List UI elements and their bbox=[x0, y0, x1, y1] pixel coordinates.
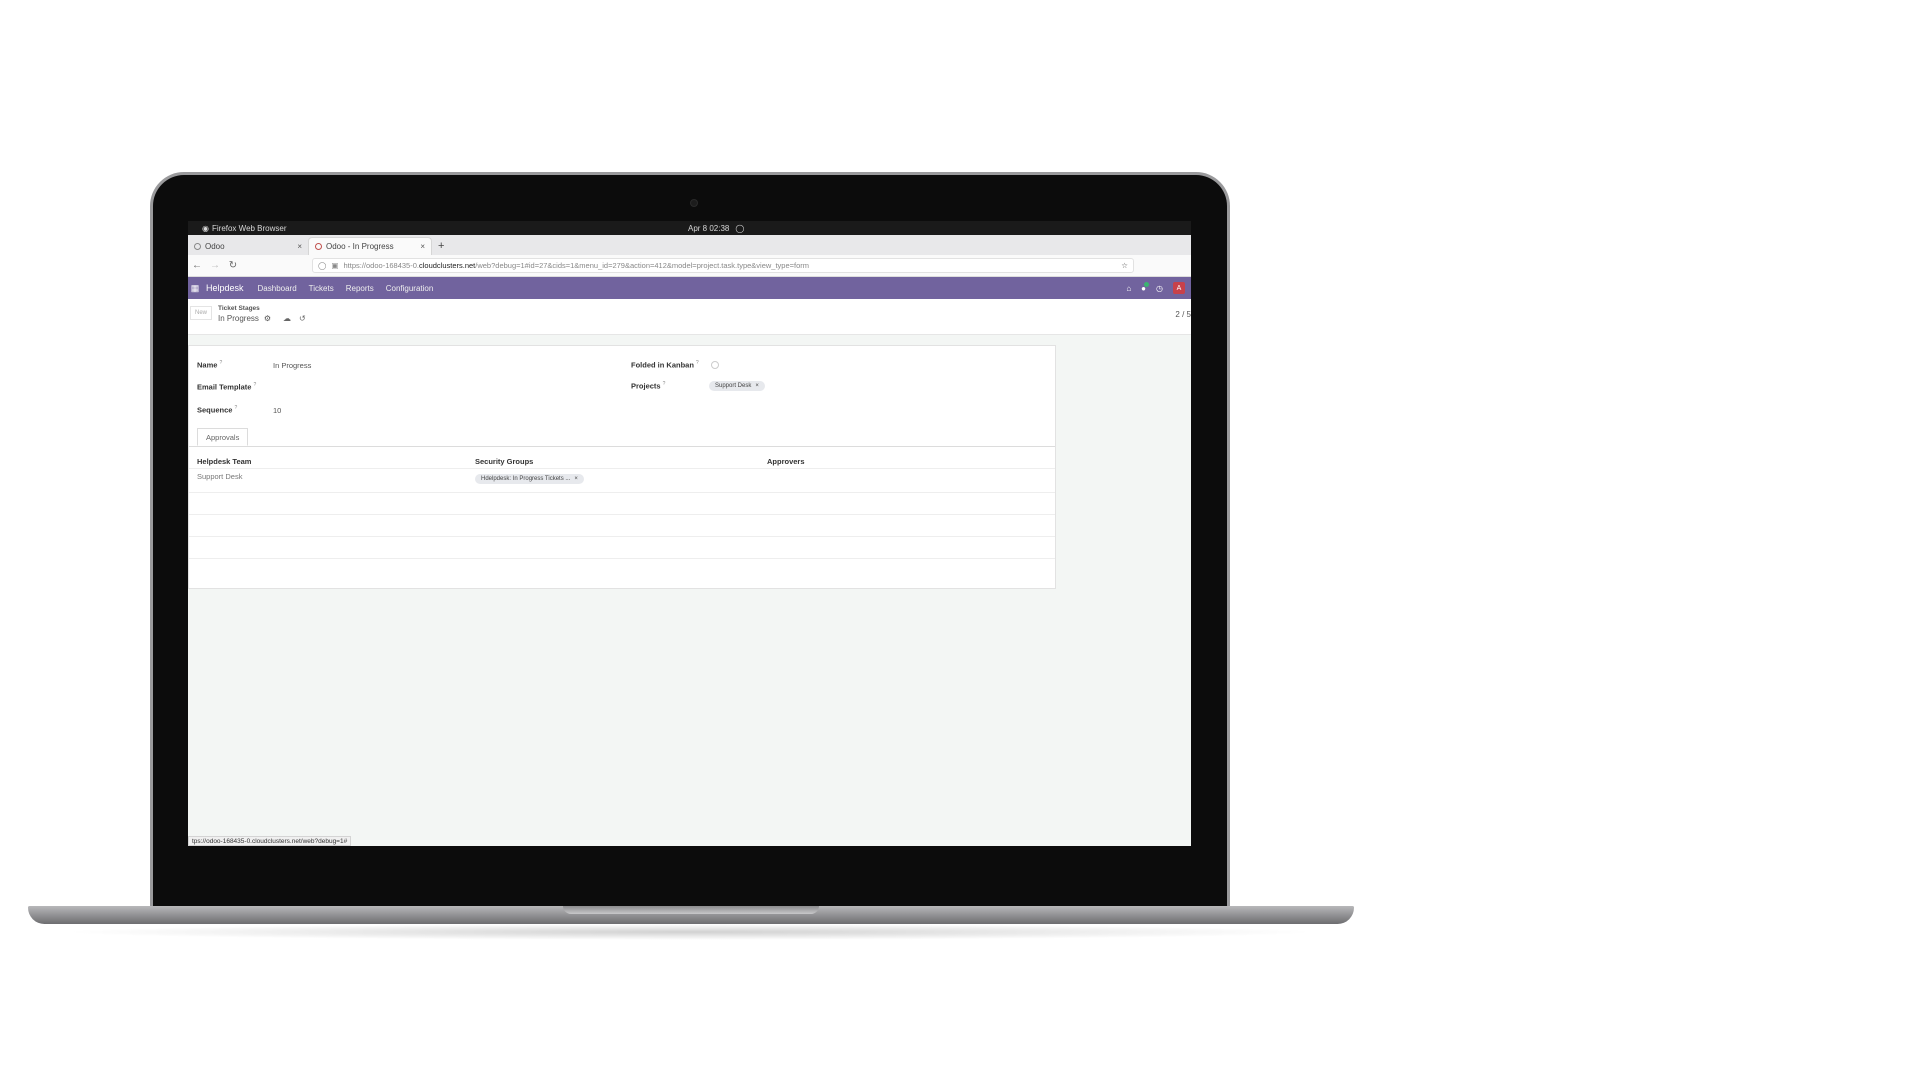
back-icon[interactable]: ← bbox=[188, 260, 206, 271]
menu-configuration[interactable]: Configuration bbox=[386, 284, 434, 293]
laptop-base bbox=[28, 906, 1354, 924]
os-clock-text: Apr 8 02:38 bbox=[688, 223, 730, 233]
column-approvers[interactable]: Approvers bbox=[767, 457, 805, 466]
url-prefix: https://odoo-168435-0. bbox=[343, 261, 419, 270]
tab-approvals[interactable]: Approvals bbox=[197, 428, 249, 446]
table-row-line bbox=[189, 492, 1055, 493]
laptop-notch bbox=[563, 906, 819, 914]
helpdesk-team-input[interactable]: Support Desk bbox=[197, 472, 242, 481]
table-row-line bbox=[189, 536, 1055, 537]
menu-reports[interactable]: Reports bbox=[346, 284, 374, 293]
control-panel: New Ticket Stages In Progress ⚙ ☁ ↺ 2 / … bbox=[188, 299, 1191, 335]
project-tag-label: Support Desk bbox=[715, 383, 752, 389]
browser-tab-strip: Odoo × Odoo - In Progress × + bbox=[188, 235, 1191, 255]
firefox-icon: ◉ bbox=[202, 223, 209, 233]
tooltip-icon[interactable]: ? bbox=[219, 360, 222, 366]
email-template-field[interactable] bbox=[273, 382, 573, 392]
os-app-name: Firefox Web Browser bbox=[211, 223, 287, 233]
security-group-tag-label: Hdelpdesk: In Progress Tickets ... bbox=[481, 476, 571, 482]
name-label: Name? bbox=[197, 360, 222, 370]
folded-in-kanban-label: Folded in Kanban? bbox=[631, 360, 699, 370]
email-template-label: Email Template? bbox=[197, 382, 256, 392]
form-content: Name? In Progress Email Template? Sequen… bbox=[188, 335, 1191, 846]
column-security-groups[interactable]: Security Groups bbox=[475, 457, 533, 466]
star-icon[interactable]: ☆ bbox=[1121, 261, 1128, 270]
navbar-systray: ⌂ ● ◷ A bbox=[1126, 281, 1185, 294]
approvers-field[interactable] bbox=[767, 474, 1037, 484]
odoo-favicon-icon bbox=[315, 243, 322, 250]
tooltip-icon[interactable]: ? bbox=[663, 381, 666, 387]
lock-icon: ▣ bbox=[331, 261, 339, 270]
name-label-text: Name bbox=[197, 360, 218, 370]
tooltip-icon[interactable]: ? bbox=[696, 360, 699, 366]
folded-in-kanban-checkbox[interactable] bbox=[711, 361, 719, 369]
projects-label-text: Projects bbox=[631, 381, 661, 391]
reload-icon[interactable]: ↻ bbox=[224, 260, 242, 271]
browser-status-url: tps://odoo-168435-0.cloudclusters.net/we… bbox=[188, 836, 352, 846]
odoo-main-navbar: ▦ Helpdesk Dashboard Tickets Reports Con… bbox=[188, 277, 1191, 299]
gear-icon[interactable]: ⚙ bbox=[264, 314, 271, 323]
tooltip-icon[interactable]: ? bbox=[234, 405, 237, 411]
forward-icon[interactable]: → bbox=[206, 260, 224, 271]
browser-tab-in-progress[interactable]: Odoo - In Progress × bbox=[308, 237, 432, 255]
browser-nav-bar: ← → ↻ ◯ ▣ https://odoo-168435-0.cloudclu… bbox=[188, 255, 1191, 277]
breadcrumb-current: In Progress bbox=[218, 314, 259, 323]
avatar[interactable]: A bbox=[1173, 282, 1185, 294]
app-brand[interactable]: Helpdesk bbox=[206, 283, 244, 293]
breadcrumb-parent[interactable]: Ticket Stages bbox=[218, 305, 260, 312]
breadcrumb: In Progress ⚙ bbox=[218, 314, 271, 323]
undo-icon[interactable]: ↺ bbox=[299, 314, 306, 323]
os-top-bar: ◉ Firefox Web Browser Apr 8 02:38 ◯ bbox=[188, 221, 1191, 235]
sequence-label-text: Sequence bbox=[197, 405, 233, 415]
new-button[interactable]: New bbox=[190, 306, 212, 320]
close-icon[interactable]: × bbox=[755, 383, 759, 389]
url-text: https://odoo-168435-0.cloudclusters.net/… bbox=[344, 261, 810, 270]
shield-icon: ◯ bbox=[318, 261, 327, 270]
bell-icon: ◯ bbox=[735, 223, 745, 233]
close-icon[interactable]: × bbox=[297, 242, 302, 251]
form-sheet: Name? In Progress Email Template? Sequen… bbox=[188, 345, 1056, 589]
url-bar[interactable]: ◯ ▣ https://odoo-168435-0.cloudclusters.… bbox=[312, 258, 1134, 273]
chat-badge bbox=[1144, 281, 1150, 287]
menu-dashboard[interactable]: Dashboard bbox=[258, 284, 297, 293]
column-helpdesk-team[interactable]: Helpdesk Team bbox=[197, 457, 251, 466]
email-template-label-text: Email Template bbox=[197, 382, 252, 392]
close-icon[interactable]: × bbox=[420, 242, 425, 251]
chat-icon[interactable]: ● bbox=[1141, 281, 1150, 293]
camera-icon bbox=[690, 199, 698, 207]
pager[interactable]: 2 / 5 bbox=[1175, 310, 1191, 319]
os-app-menu[interactable]: ◉ Firefox Web Browser bbox=[202, 224, 287, 233]
os-clock[interactable]: Apr 8 02:38 ◯ bbox=[688, 224, 744, 233]
tab-label: Odoo - In Progress bbox=[326, 242, 394, 251]
folded-label-text: Folded in Kanban bbox=[631, 360, 694, 370]
laptop-screen: ◉ Firefox Web Browser Apr 8 02:38 ◯ Odoo… bbox=[188, 221, 1191, 846]
browser-tab-odoo[interactable]: Odoo × bbox=[188, 237, 308, 255]
clock-icon[interactable]: ◷ bbox=[1156, 284, 1163, 293]
tab-label: Odoo bbox=[205, 241, 225, 251]
table-row-line bbox=[189, 558, 1055, 559]
sequence-field[interactable]: 10 bbox=[273, 406, 281, 415]
new-tab-button[interactable]: + bbox=[438, 237, 444, 255]
apps-grid-icon[interactable]: ▦ bbox=[188, 283, 202, 294]
form-status-icons: ☁ ↺ bbox=[283, 314, 306, 323]
tooltip-icon[interactable]: ? bbox=[253, 382, 256, 388]
odoo-favicon-icon bbox=[194, 242, 201, 250]
name-field[interactable]: In Progress bbox=[273, 361, 311, 370]
close-icon[interactable]: × bbox=[574, 476, 578, 482]
projects-label: Projects? bbox=[631, 381, 665, 391]
url-path: /web?debug=1#id=27&cids=1&menu_id=279&ac… bbox=[475, 261, 810, 270]
cloud-save-icon[interactable]: ☁ bbox=[283, 314, 291, 323]
project-tag[interactable]: Support Desk × bbox=[709, 381, 765, 391]
security-group-tag[interactable]: Hdelpdesk: In Progress Tickets ... × bbox=[475, 474, 584, 484]
menu-tickets[interactable]: Tickets bbox=[309, 284, 334, 293]
table-divider bbox=[189, 468, 1055, 469]
laptop-shadow bbox=[60, 924, 1320, 940]
url-host: cloudclusters.net bbox=[418, 261, 476, 270]
home-icon[interactable]: ⌂ bbox=[1126, 284, 1131, 293]
table-row-line bbox=[189, 514, 1055, 515]
sequence-label: Sequence? bbox=[197, 405, 237, 415]
notebook-divider bbox=[189, 446, 1055, 447]
